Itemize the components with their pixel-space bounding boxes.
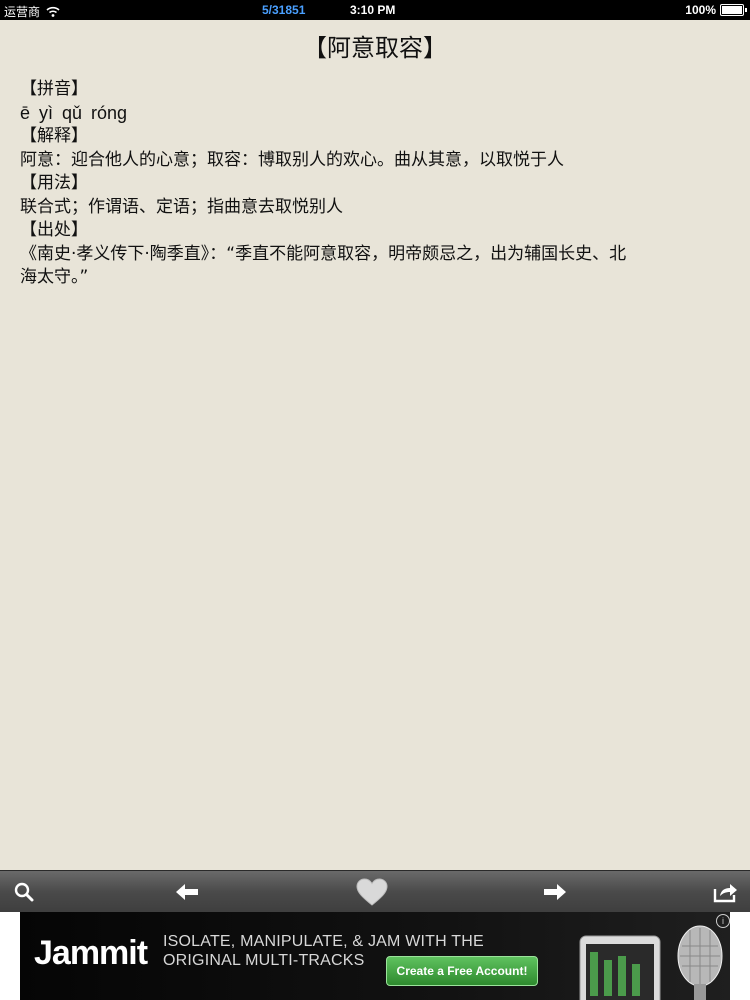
carrier-group: 运营商	[4, 3, 60, 20]
search-button[interactable]	[9, 877, 39, 907]
back-arrow-icon	[176, 884, 198, 900]
share-button[interactable]	[710, 877, 740, 907]
carrier-label: 运营商	[4, 5, 41, 19]
pinyin-text: ē yì qǔ róng	[20, 102, 128, 123]
heart-icon	[356, 878, 388, 906]
wifi-icon	[46, 6, 60, 17]
battery-icon	[720, 4, 747, 16]
favorite-button[interactable]	[354, 877, 390, 907]
entry-body: 【拼音】 ē yì qǔ róng 【解释】 阿意：迎合他人的心意；取容：博取别…	[20, 78, 732, 290]
ad-banner[interactable]: Jammit ISOLATE, MANIPULATE, & JAM WITH T…	[0, 912, 750, 1000]
source-header: 【出处】	[20, 220, 88, 240]
source-text-line2: 海太守。”	[20, 267, 89, 287]
entry-counter: 5/31851	[262, 3, 306, 17]
ad-info-icon[interactable]: i	[716, 914, 730, 928]
meaning-text: 阿意：迎合他人的心意；取容：博取别人的欢心。曲从其意，以取悦于人	[20, 149, 564, 170]
meaning-header: 【解释】	[20, 126, 88, 146]
status-time: 3:10 PM	[350, 3, 396, 17]
search-icon	[14, 882, 34, 902]
status-bar: 运营商 5/31851 3:10 PM 100%	[0, 0, 750, 20]
ad-logo: Jammit	[34, 934, 148, 972]
entry-content: 【阿意取容】 【拼音】 ē yì qǔ róng 【解释】 阿意：迎合他人的心意…	[0, 20, 750, 870]
usage-text: 联合式；作谓语、定语；指曲意去取悦别人	[20, 196, 343, 217]
previous-button[interactable]	[172, 877, 202, 907]
battery-group: 100%	[685, 3, 747, 17]
pinyin-header: 【拼音】	[20, 79, 88, 99]
ad-content[interactable]: Jammit ISOLATE, MANIPULATE, & JAM WITH T…	[20, 912, 730, 1000]
share-icon	[713, 884, 737, 903]
create-account-button[interactable]: Create a Free Account!	[386, 956, 538, 986]
bottom-toolbar	[0, 870, 750, 913]
ad-tagline-line1: ISOLATE, MANIPULATE, & JAM WITH THE	[163, 933, 484, 950]
next-button[interactable]	[540, 877, 570, 907]
page-title: 【阿意取容】	[303, 34, 447, 62]
source-text-line1: 《南史·孝义传下·陶季直》：“季直不能阿意取容，明帝颇忌之，出为辅国长史、北	[20, 243, 627, 264]
battery-fill	[722, 6, 742, 14]
forward-arrow-icon	[544, 884, 566, 900]
battery-percent: 100%	[685, 3, 716, 17]
usage-header: 【用法】	[20, 173, 88, 193]
ad-device-image	[579, 925, 723, 1000]
